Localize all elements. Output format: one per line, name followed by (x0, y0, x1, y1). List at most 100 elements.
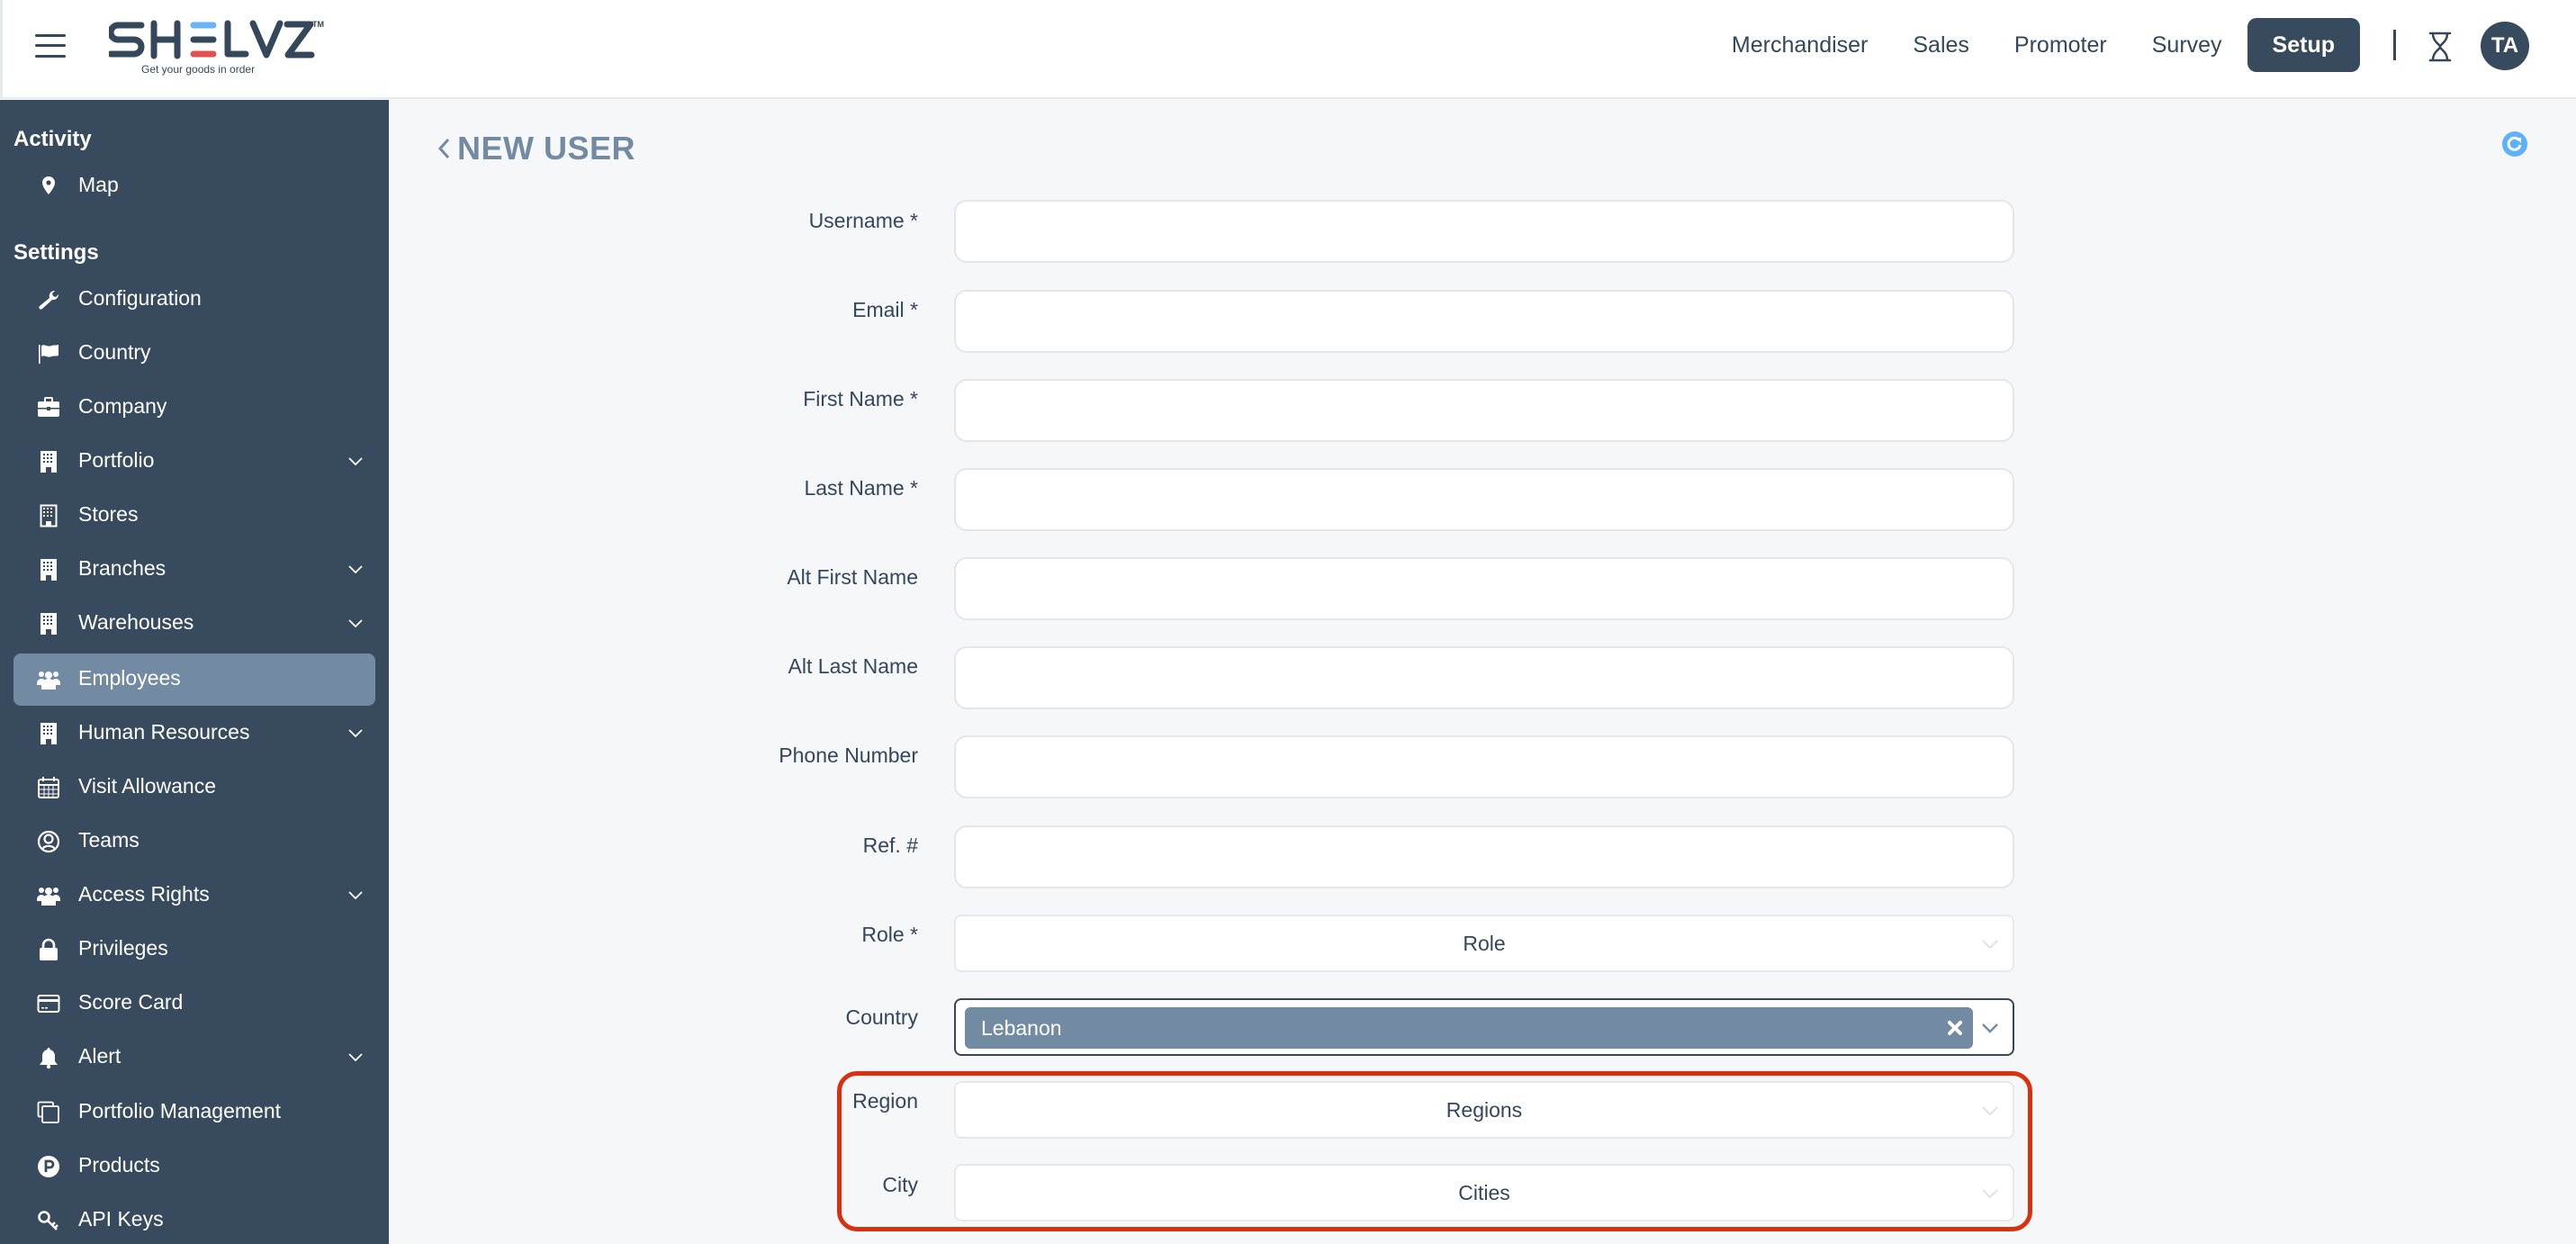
chevron-down-icon (1982, 1106, 1998, 1116)
lock-icon (40, 938, 58, 960)
role-select[interactable]: Role (954, 915, 2014, 972)
remove-country-icon[interactable] (1946, 1019, 1964, 1037)
last-name-input[interactable] (954, 468, 2014, 531)
chevron-down-icon[interactable] (347, 888, 365, 902)
user-avatar[interactable]: TA (2481, 22, 2529, 70)
sidebar-item-company[interactable]: Company (14, 382, 375, 434)
chevron-down-icon[interactable] (347, 454, 365, 468)
sidebar-item-portfolio-management[interactable]: Portfolio Management (14, 1086, 375, 1139)
sidebar-item-label: Score Card (78, 990, 184, 1014)
page-title: NEW USER (457, 130, 636, 167)
credit-card-icon (37, 995, 60, 1013)
sidebar-item-branches[interactable]: Branches (14, 544, 375, 596)
map-pin-icon (42, 176, 55, 194)
product-p-icon (38, 1156, 59, 1177)
sidebar-item-alert[interactable]: Alert (14, 1032, 375, 1084)
refresh-icon (2507, 136, 2522, 151)
alt-last-name-label: Alt Last Name (788, 654, 918, 678)
key-icon (38, 1211, 59, 1230)
nav-setup[interactable]: Setup (2247, 18, 2360, 72)
sidebar-item-stores[interactable]: Stores (14, 490, 375, 542)
top-navigation: Merchandiser Sales Promoter Survey Setup (1687, 18, 2360, 72)
sidebar-item-access-rights[interactable]: Access Rights (14, 870, 375, 922)
first-name-label: First Name * (803, 387, 918, 410)
sidebar-item-label: Map (78, 173, 119, 196)
sidebar-item-human-resources[interactable]: Human Resources (14, 708, 375, 760)
sidebar-item-label: Products (78, 1153, 160, 1176)
sidebar-item-label: Human Resources (78, 720, 250, 744)
sidebar-item-api-keys[interactable]: API Keys (14, 1194, 375, 1244)
phone-number-input[interactable] (954, 735, 2014, 798)
hamburger-menu-icon[interactable] (35, 32, 68, 59)
users-icon (37, 888, 60, 906)
sidebar-item-label: API Keys (78, 1207, 164, 1230)
chevron-down-icon[interactable] (347, 726, 365, 740)
sidebar-item-warehouses[interactable]: Warehouses (14, 598, 375, 650)
chevron-down-icon[interactable] (347, 562, 365, 576)
copy-icon (37, 1101, 59, 1123)
first-name-input[interactable] (954, 379, 2014, 442)
logo-trademark: TM (312, 20, 324, 29)
sidebar-item-teams[interactable]: Teams (14, 816, 375, 868)
username-label: Username * (808, 209, 918, 232)
sidebar-section-settings: Settings (14, 240, 99, 265)
nav-sales[interactable]: Sales (1913, 32, 1969, 59)
logo-tagline: Get your goods in order (141, 63, 256, 76)
alt-last-name-input[interactable] (954, 646, 2014, 709)
sidebar-item-country[interactable]: Country (14, 328, 375, 380)
flag-icon (39, 345, 59, 364)
chevron-down-icon[interactable] (1980, 1022, 2000, 1034)
email-label: Email * (852, 298, 918, 321)
nav-survey[interactable]: Survey (2152, 32, 2222, 59)
city-placeholder: Cities (1458, 1181, 1510, 1204)
alt-first-name-input[interactable] (954, 557, 2014, 620)
hourglass-icon[interactable] (2427, 32, 2453, 62)
sidebar-item-visit-allowance[interactable]: Visit Allowance (14, 762, 375, 814)
chevron-down-icon (1982, 940, 1998, 950)
city-label: City (882, 1173, 918, 1196)
sidebar-item-label: Portfolio Management (78, 1099, 282, 1122)
country-select[interactable]: Lebanon (954, 998, 2014, 1056)
selected-country-label: Lebanon (981, 1016, 1062, 1040)
building-icon (41, 451, 57, 473)
building-outline-icon (40, 504, 58, 527)
sidebar-section-activity: Activity (14, 127, 92, 151)
building-icon (41, 723, 57, 744)
sidebar-item-label: Privileges (78, 936, 168, 960)
country-label: Country (845, 1005, 918, 1029)
city-select[interactable]: Cities (954, 1164, 2014, 1221)
sidebar-item-employees[interactable]: Employees (14, 654, 375, 706)
sidebar-item-products[interactable]: Products (14, 1140, 375, 1193)
sidebar-item-label: Teams (78, 828, 140, 852)
sidebar-item-label: Configuration (78, 286, 202, 310)
bell-icon (40, 1048, 58, 1069)
chevron-down-icon[interactable] (347, 616, 365, 630)
nav-divider (2393, 30, 2396, 60)
back-to-employees-link[interactable]: NEW USER (436, 126, 635, 171)
sidebar-item-map[interactable]: Map (14, 160, 375, 212)
sidebar: Activity Map Settings Configuration Coun… (0, 100, 389, 1244)
sidebar-item-privileges[interactable]: Privileges (14, 924, 375, 976)
sidebar-item-portfolio[interactable]: Portfolio (14, 436, 375, 488)
sidebar-item-configuration[interactable]: Configuration (14, 274, 375, 326)
user-circle-icon (37, 830, 60, 853)
ref-number-input[interactable] (954, 825, 2014, 888)
nav-merchandiser[interactable]: Merchandiser (1732, 32, 1868, 59)
wrench-icon (39, 290, 59, 310)
nav-promoter[interactable]: Promoter (2014, 32, 2107, 59)
chevron-down-icon[interactable] (347, 1050, 365, 1064)
logo-wordmark (107, 20, 315, 59)
shelvz-logo[interactable]: TM Get your goods in order (107, 18, 325, 77)
email-input[interactable] (954, 290, 2014, 353)
sidebar-item-label: Country (78, 340, 151, 364)
refresh-button[interactable] (2502, 131, 2527, 157)
building-icon (41, 559, 57, 581)
role-placeholder: Role (1463, 932, 1506, 955)
region-select[interactable]: Regions (954, 1081, 2014, 1139)
sidebar-item-label: Company (78, 394, 167, 418)
username-input[interactable] (954, 200, 2014, 263)
users-icon (37, 672, 60, 690)
sidebar-item-label: Alert (78, 1044, 122, 1068)
sidebar-item-score-card[interactable]: Score Card (14, 978, 375, 1030)
sidebar-item-label: Branches (78, 556, 167, 580)
